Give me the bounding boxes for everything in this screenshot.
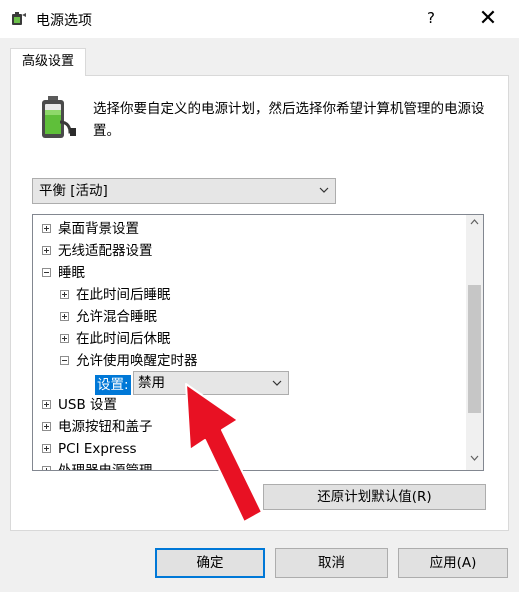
collapse-icon[interactable]: [60, 356, 69, 365]
expand-icon[interactable]: [60, 312, 69, 321]
expand-icon[interactable]: [42, 224, 51, 233]
help-button[interactable]: ?: [420, 6, 442, 30]
setting-label: 设置:: [95, 375, 131, 395]
expand-icon[interactable]: [42, 422, 51, 431]
apply-button[interactable]: 应用(A): [398, 548, 508, 578]
close-button[interactable]: ✕: [474, 6, 502, 32]
scroll-thumb[interactable]: [468, 285, 481, 413]
vertical-scrollbar[interactable]: [466, 215, 483, 470]
collapse-icon[interactable]: [42, 268, 51, 277]
scroll-up-icon[interactable]: [470, 219, 479, 225]
wake-timers-value: 禁用: [138, 375, 165, 391]
tree-item-label: 允许使用唤醒定时器: [76, 353, 198, 369]
battery-icon: [42, 96, 76, 138]
tree-item-label: USB 设置: [58, 397, 118, 413]
tree-item-label: 桌面背景设置: [58, 221, 139, 237]
expand-icon[interactable]: [42, 246, 51, 255]
expand-icon[interactable]: [60, 334, 69, 343]
chevron-down-icon: [319, 187, 329, 193]
window-title: 电源选项: [36, 13, 92, 29]
settings-tree[interactable]: 桌面背景设置 无线适配器设置 睡眠 在此时间后睡眠 允许混合睡眠 在此时间后休眠…: [32, 214, 484, 471]
tree-item-label: 无线适配器设置: [58, 243, 153, 259]
scroll-down-icon[interactable]: [470, 455, 479, 461]
power-options-icon: [12, 12, 26, 25]
wake-timers-dropdown[interactable]: 禁用: [133, 371, 289, 395]
power-plan-dropdown[interactable]: 平衡 [活动]: [32, 178, 336, 204]
expand-icon[interactable]: [60, 290, 69, 299]
cancel-button[interactable]: 取消: [275, 548, 388, 578]
tree-item-label: PCI Express: [58, 441, 137, 457]
title-bar: 电源选项 ? ✕: [0, 0, 519, 38]
tree-item-label: 允许混合睡眠: [76, 309, 157, 325]
tab-advanced-settings[interactable]: 高级设置: [10, 48, 86, 76]
expand-icon[interactable]: [42, 400, 51, 409]
ok-button[interactable]: 确定: [155, 548, 265, 578]
description-text: 选择你要自定义的电源计划，然后选择你希望计算机管理的电源设置。: [93, 101, 485, 139]
power-plan-value: 平衡 [活动]: [39, 183, 108, 199]
expand-icon[interactable]: [42, 444, 51, 453]
tree-item-label: 睡眠: [58, 265, 85, 281]
tree-item-label: 在此时间后睡眠: [76, 287, 171, 303]
tree-item-label: 电源按钮和盖子: [58, 419, 153, 435]
tree-item-label: 处理器电源管理: [58, 463, 153, 471]
tree-item-label: 在此时间后休眠: [76, 331, 171, 347]
restore-defaults-button[interactable]: 还原计划默认值(R): [263, 484, 486, 510]
chevron-down-icon: [272, 380, 282, 386]
expand-icon[interactable]: [42, 466, 51, 470]
